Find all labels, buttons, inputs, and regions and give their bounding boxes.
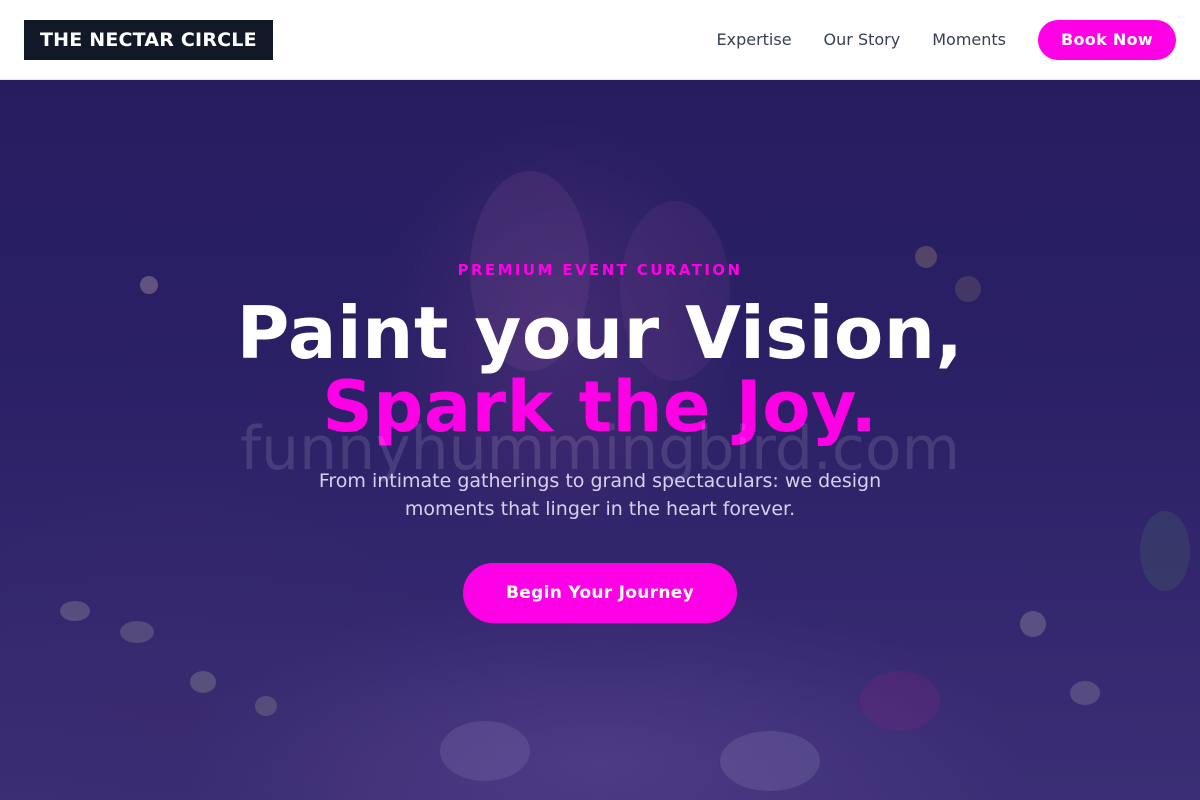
nav-link-moments[interactable]: Moments: [932, 30, 1006, 49]
brand-logo[interactable]: THE NECTAR CIRCLE: [24, 19, 273, 60]
begin-journey-button[interactable]: Begin Your Journey: [463, 563, 737, 623]
main-nav: Expertise Our Story Moments Book Now: [716, 19, 1176, 60]
hero-headline: Paint your Vision,: [236, 291, 964, 375]
brand-logo-text: THE NECTAR CIRCLE: [40, 28, 257, 51]
hero-section: PREMIUM EVENT CURATION Paint your Vision…: [0, 81, 1200, 800]
hero-subtext: From intimate gatherings to grand specta…: [318, 470, 882, 520]
nav-link-expertise[interactable]: Expertise: [716, 30, 791, 49]
top-navbar: THE NECTAR CIRCLE Expertise Our Story Mo…: [0, 0, 1200, 80]
book-now-button[interactable]: Book Now: [1038, 19, 1176, 60]
hero-content: PREMIUM EVENT CURATION Paint your Vision…: [0, 81, 1200, 800]
hero-eyebrow: PREMIUM EVENT CURATION: [457, 261, 743, 279]
nav-link-our-story[interactable]: Our Story: [824, 30, 901, 49]
